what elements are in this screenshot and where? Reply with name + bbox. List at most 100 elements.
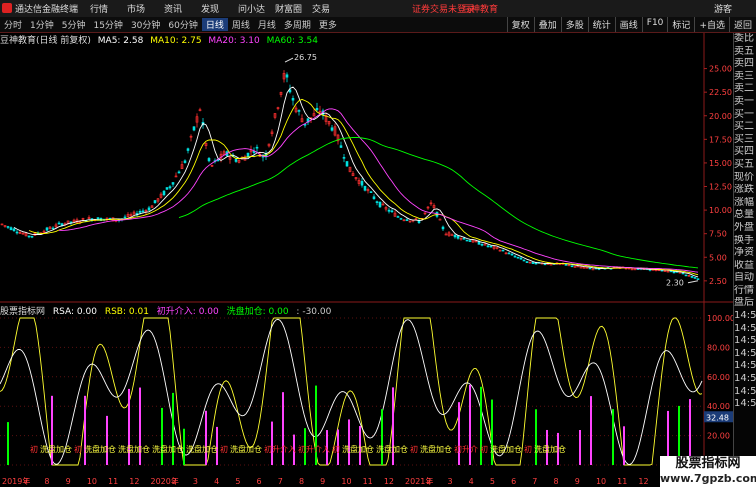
tab-more[interactable]: 更多 — [315, 18, 341, 31]
sidebar-item[interactable]: 净资 — [734, 247, 756, 260]
sidebar-item[interactable]: 卖四 — [734, 58, 756, 71]
sidebar-item[interactable]: 盘后 — [734, 297, 756, 310]
indicator-tick-label: 100.00 — [707, 314, 733, 323]
sidebar-item[interactable]: 卖一 — [734, 96, 756, 109]
candle-body — [549, 263, 553, 266]
candle-body — [462, 237, 466, 240]
menu-trade[interactable]: 交易 — [312, 2, 349, 15]
price-tick-label: 2.50 — [709, 277, 727, 286]
candle-body — [513, 255, 517, 258]
sidebar-item[interactable]: 行情 — [734, 285, 756, 298]
indicator-tick-label: 80.00 — [707, 343, 730, 352]
candle-body — [693, 277, 697, 279]
sidebar-item[interactable]: 涨幅 — [734, 197, 756, 210]
entry-label: 初升介入: 0.00 — [156, 307, 219, 317]
candle-body — [45, 227, 49, 231]
date-tick-label: 11 — [108, 477, 118, 486]
ma10-label: MA10: 2.75 — [150, 36, 202, 46]
tab-15min[interactable]: 15分钟 — [89, 18, 126, 31]
sidebar-item[interactable]: 买二 — [734, 121, 756, 134]
candle-body — [570, 265, 574, 268]
sidebar-item[interactable]: 委比 — [734, 33, 756, 46]
candle-body — [51, 227, 55, 230]
price-tick-label: 5.00 — [709, 253, 727, 262]
date-tick-label: 10 — [87, 477, 97, 486]
add-watchlist-button[interactable]: +自选 — [694, 17, 729, 32]
tab-weekly[interactable]: 周线 — [228, 18, 254, 31]
candle-body — [147, 207, 151, 211]
tab-5min[interactable]: 5分钟 — [58, 18, 90, 31]
candle-body — [141, 210, 145, 213]
sidebar-item[interactable]: 总量 — [734, 209, 756, 222]
draw-line-button[interactable]: 画线 — [614, 17, 642, 32]
sidebar-item[interactable]: 外盘 — [734, 222, 756, 235]
sidebar-item[interactable]: 14:56 — [734, 335, 756, 348]
kline-chart[interactable]: 25.00 22.50 20.00 17.50 15.00 12.50 10.00 7.50 5… — [0, 33, 733, 475]
candle-body — [507, 252, 511, 255]
sidebar-item[interactable]: 买四 — [734, 146, 756, 159]
menu-news[interactable]: 资讯 — [164, 2, 201, 15]
candle-body — [468, 240, 472, 242]
guest-button[interactable]: 游客 — [714, 2, 732, 15]
sidebar-item[interactable]: 卖二 — [734, 83, 756, 96]
sidebar-item[interactable]: 换手 — [734, 235, 756, 248]
sidebar-item[interactable]: 14:56 — [734, 310, 756, 323]
candle-body — [519, 257, 523, 260]
indicator-current-value: 32.48 — [706, 413, 729, 422]
candle-body — [12, 228, 16, 232]
ma5-label: MA5: 2.58 — [97, 36, 144, 46]
candle-body — [522, 259, 526, 262]
tab-multi-period[interactable]: 多周期 — [280, 18, 315, 31]
ma10-line — [28, 98, 699, 276]
sidebar-item[interactable]: 卖五 — [734, 46, 756, 59]
sidebar-item[interactable]: 收益 — [734, 260, 756, 273]
signal-label: 洗盘加仓 — [490, 444, 522, 454]
candle-body — [579, 266, 583, 269]
sidebar-item[interactable]: 买五 — [734, 159, 756, 172]
restore-rights-button[interactable]: 复权 — [506, 17, 534, 32]
menu-quotes[interactable]: 行情 — [90, 2, 127, 15]
signal-label: 洗盘加仓 — [230, 444, 262, 454]
sidebar-item[interactable]: 14:56 — [734, 373, 756, 386]
candle-body — [342, 157, 346, 159]
tab-timeshare[interactable]: 分时 — [0, 18, 26, 31]
tab-1min[interactable]: 1分钟 — [26, 18, 58, 31]
sidebar-item[interactable]: 14:56 — [734, 386, 756, 399]
sidebar-item[interactable]: 涨跌 — [734, 184, 756, 197]
tab-30min[interactable]: 30分钟 — [127, 18, 164, 31]
rsb-label: RSB: 0.01 — [104, 307, 149, 317]
tab-daily[interactable]: 日线 — [201, 18, 228, 31]
sidebar-item[interactable]: 14:56 — [734, 348, 756, 361]
candle-body — [405, 219, 409, 221]
sidebar-item[interactable]: 买三 — [734, 134, 756, 147]
candle-body — [315, 107, 319, 111]
tab-60min[interactable]: 60分钟 — [164, 18, 201, 31]
sidebar-item[interactable]: 14:56 — [734, 398, 756, 411]
ma-info-line: 豆神教育(日线 前复权) MA5: 2.58 MA10: 2.75 MA20: … — [0, 33, 710, 46]
menu-market[interactable]: 市场 — [127, 2, 164, 15]
mark-button[interactable]: 标记 — [667, 17, 694, 32]
overlay-button[interactable]: 叠加 — [533, 17, 561, 32]
menu-wealth[interactable]: 财富圈 — [275, 2, 312, 15]
date-tick-label: 7 — [532, 477, 537, 486]
statistics-button[interactable]: 统计 — [587, 17, 615, 32]
sidebar-item[interactable]: 买一 — [734, 109, 756, 122]
back-button[interactable]: 返回 — [728, 17, 756, 32]
indicator-tick-label: 40.00 — [707, 402, 730, 411]
date-tick-label: 9 — [320, 477, 325, 486]
sidebar-item[interactable]: 14:56 — [734, 360, 756, 373]
candle-body — [489, 245, 493, 248]
sidebar-item[interactable]: 卖三 — [734, 71, 756, 84]
sidebar-item[interactable]: 现价 — [734, 172, 756, 185]
chart-title: 豆神教育(日线 前复权) — [0, 36, 91, 46]
multi-stock-button[interactable]: 多股 — [560, 17, 588, 32]
signal-label: 洗盘加仓 — [84, 444, 116, 454]
sidebar-item[interactable]: 14:56 — [734, 323, 756, 336]
tab-monthly[interactable]: 月线 — [254, 18, 280, 31]
menu-ask[interactable]: 问小达 — [238, 2, 275, 15]
menu-discover[interactable]: 发现 — [201, 2, 238, 15]
candle-body — [234, 158, 238, 162]
watermark: 股票指标网 www.7gpzb.com — [660, 456, 756, 487]
sidebar-item[interactable]: 自动 — [734, 272, 756, 285]
f10-button[interactable]: F10 — [641, 17, 668, 32]
